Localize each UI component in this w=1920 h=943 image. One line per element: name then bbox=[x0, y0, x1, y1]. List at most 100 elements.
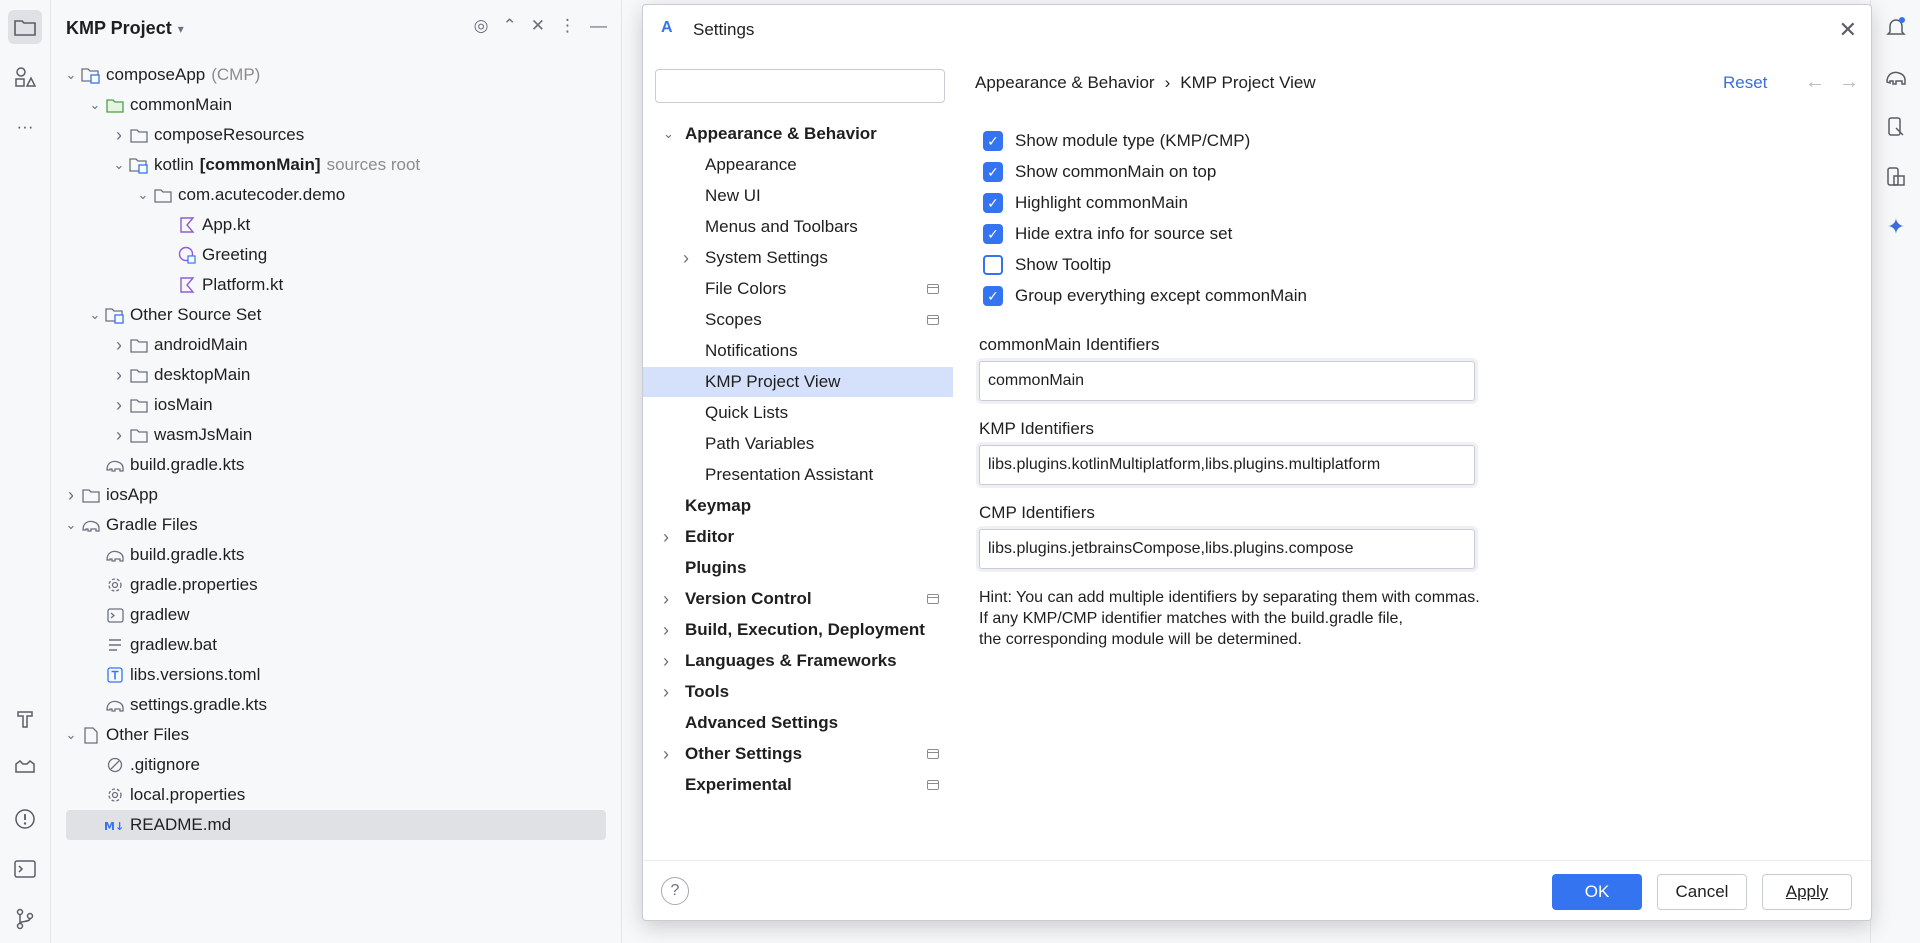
settings-nav-item[interactable]: › Version Control bbox=[643, 584, 953, 614]
forward-arrow-icon[interactable]: → bbox=[1839, 71, 1859, 94]
option-checkbox-row[interactable]: ✓ Show commonMain on top bbox=[983, 158, 1216, 186]
back-arrow-icon[interactable]: ← bbox=[1805, 71, 1825, 94]
chevron-right-icon[interactable]: › bbox=[663, 682, 669, 703]
device-explorer-icon[interactable] bbox=[1879, 160, 1913, 194]
project-title[interactable]: KMP Project ▾ bbox=[66, 18, 184, 39]
tree-item[interactable]: .gitignore bbox=[86, 750, 200, 780]
chevron-right-icon[interactable]: › bbox=[110, 335, 128, 356]
commonmain-identifiers-input[interactable] bbox=[979, 361, 1475, 401]
settings-nav-item[interactable]: › Tools bbox=[643, 677, 953, 707]
device-manager-icon[interactable] bbox=[1879, 110, 1913, 144]
tree-item[interactable]: gradle.properties bbox=[86, 570, 258, 600]
option-checkbox-row[interactable]: ✓ Group everything except commonMain bbox=[983, 282, 1307, 310]
options-icon[interactable]: ⋮ bbox=[559, 16, 576, 36]
build-hammer-icon[interactable] bbox=[8, 702, 42, 736]
chevron-right-icon[interactable]: › bbox=[62, 485, 80, 506]
tree-item[interactable]: libs.versions.toml bbox=[86, 660, 260, 690]
ai-assistant-sparkle-icon[interactable]: ✦ bbox=[1879, 210, 1913, 244]
settings-nav-item[interactable]: › System Settings bbox=[643, 243, 953, 273]
chevron-down-icon[interactable]: ⌄ bbox=[134, 187, 152, 203]
tree-item[interactable]: ⌄ Other Files bbox=[62, 720, 190, 750]
close-icon[interactable]: ✕ bbox=[1839, 17, 1857, 43]
terminal-icon[interactable] bbox=[8, 852, 42, 886]
gradle-elephant-icon[interactable] bbox=[1879, 60, 1913, 94]
chevron-down-icon[interactable]: ⌄ bbox=[110, 157, 128, 173]
chevron-right-icon[interactable]: › bbox=[663, 744, 669, 765]
tree-item[interactable]: ⌄ composeApp (CMP) bbox=[62, 60, 261, 90]
chevron-right-icon[interactable]: › bbox=[663, 620, 669, 641]
chevron-right-icon[interactable]: › bbox=[110, 425, 128, 446]
tree-item[interactable]: gradlew.bat bbox=[86, 630, 217, 660]
settings-nav-item[interactable]: Advanced Settings bbox=[643, 708, 953, 738]
logcat-icon[interactable] bbox=[8, 752, 42, 786]
cancel-button[interactable]: Cancel bbox=[1657, 874, 1747, 910]
settings-nav-item[interactable]: Path Variables bbox=[643, 429, 953, 459]
tree-item[interactable]: › iosMain bbox=[110, 390, 213, 420]
tree-item[interactable]: build.gradle.kts bbox=[86, 450, 244, 480]
settings-nav-item[interactable]: KMP Project View bbox=[643, 367, 953, 397]
expand-all-icon[interactable]: ⌃ bbox=[503, 16, 517, 36]
problems-icon[interactable] bbox=[8, 802, 42, 836]
tree-item[interactable]: ⌄ commonMain bbox=[86, 90, 233, 120]
chevron-down-icon[interactable]: ⌄ bbox=[62, 67, 80, 83]
structure-icon[interactable] bbox=[8, 60, 42, 94]
option-checkbox-row[interactable]: ✓ Show module type (KMP/CMP) bbox=[983, 127, 1250, 155]
settings-nav-item[interactable]: Appearance bbox=[643, 150, 953, 180]
checkbox-checked-icon[interactable]: ✓ bbox=[983, 162, 1003, 182]
settings-nav-item[interactable]: Presentation Assistant bbox=[643, 460, 953, 490]
tree-item[interactable]: › androidMain bbox=[110, 330, 248, 360]
kmp-identifiers-input[interactable] bbox=[979, 445, 1475, 485]
settings-nav-item[interactable]: ⌄ Appearance & Behavior bbox=[643, 119, 953, 149]
cmp-identifiers-input[interactable] bbox=[979, 529, 1475, 569]
checkbox-checked-icon[interactable]: ✓ bbox=[983, 224, 1003, 244]
settings-nav-item[interactable]: Notifications bbox=[643, 336, 953, 366]
settings-nav-item[interactable]: › Languages & Frameworks bbox=[643, 646, 953, 676]
git-branch-icon[interactable] bbox=[8, 902, 42, 936]
help-icon[interactable]: ? bbox=[661, 877, 689, 905]
tree-item[interactable]: build.gradle.kts bbox=[86, 540, 244, 570]
chevron-right-icon[interactable]: › bbox=[663, 589, 669, 610]
tree-item[interactable]: ⌄ Gradle Files bbox=[62, 510, 198, 540]
tree-item[interactable]: Platform.kt bbox=[158, 270, 283, 300]
chevron-right-icon[interactable]: › bbox=[683, 248, 689, 269]
tree-item[interactable]: › wasmJsMain bbox=[110, 420, 252, 450]
settings-nav-item[interactable]: Quick Lists bbox=[643, 398, 953, 428]
settings-nav-item[interactable]: Scopes bbox=[643, 305, 953, 335]
tree-item[interactable]: Greeting bbox=[158, 240, 267, 270]
tree-item[interactable]: ⌄ com.acutecoder.demo bbox=[134, 180, 346, 210]
option-checkbox-row[interactable]: ✓ Hide extra info for source set bbox=[983, 220, 1232, 248]
checkbox-checked-icon[interactable]: ✓ bbox=[983, 286, 1003, 306]
chevron-down-icon[interactable]: ⌄ bbox=[663, 126, 674, 142]
checkbox-checked-icon[interactable]: ✓ bbox=[983, 193, 1003, 213]
settings-nav-item[interactable]: New UI bbox=[643, 181, 953, 211]
settings-nav-item[interactable]: Experimental bbox=[643, 770, 953, 800]
checkbox-unchecked-icon[interactable] bbox=[983, 255, 1003, 275]
settings-nav-item[interactable]: File Colors bbox=[643, 274, 953, 304]
tree-item[interactable]: local.properties bbox=[86, 780, 245, 810]
ok-button[interactable]: OK bbox=[1552, 874, 1642, 910]
chevron-right-icon[interactable]: › bbox=[663, 651, 669, 672]
more-icon[interactable]: ··· bbox=[8, 110, 42, 144]
tree-item[interactable]: ⌄ Other Source Set bbox=[86, 300, 262, 330]
tree-item[interactable]: › composeResources bbox=[110, 120, 304, 150]
settings-nav-item[interactable]: Menus and Toolbars bbox=[643, 212, 953, 242]
chevron-down-icon[interactable]: ⌄ bbox=[86, 307, 104, 323]
tree-item[interactable]: App.kt bbox=[158, 210, 250, 240]
breadcrumb-parent[interactable]: Appearance & Behavior bbox=[975, 73, 1155, 92]
settings-nav-item[interactable]: Keymap bbox=[643, 491, 953, 521]
reset-link[interactable]: Reset bbox=[1723, 73, 1767, 93]
chevron-down-icon[interactable]: ⌄ bbox=[62, 727, 80, 743]
locate-icon[interactable]: ◎ bbox=[474, 16, 489, 36]
checkbox-checked-icon[interactable]: ✓ bbox=[983, 131, 1003, 151]
option-checkbox-row[interactable]: Show Tooltip bbox=[983, 251, 1111, 279]
apply-button[interactable]: Apply bbox=[1762, 874, 1852, 910]
chevron-down-icon[interactable]: ⌄ bbox=[62, 517, 80, 533]
settings-nav-item[interactable]: › Editor bbox=[643, 522, 953, 552]
tree-item[interactable]: ⌄ kotlin [commonMain] sources root bbox=[110, 150, 421, 180]
chevron-right-icon[interactable]: › bbox=[663, 527, 669, 548]
settings-search-input[interactable] bbox=[655, 69, 945, 103]
chevron-down-icon[interactable]: ⌄ bbox=[86, 97, 104, 113]
settings-nav-item[interactable]: › Other Settings bbox=[643, 739, 953, 769]
chevron-right-icon[interactable]: › bbox=[110, 395, 128, 416]
tree-item[interactable]: › iosApp bbox=[62, 480, 158, 510]
